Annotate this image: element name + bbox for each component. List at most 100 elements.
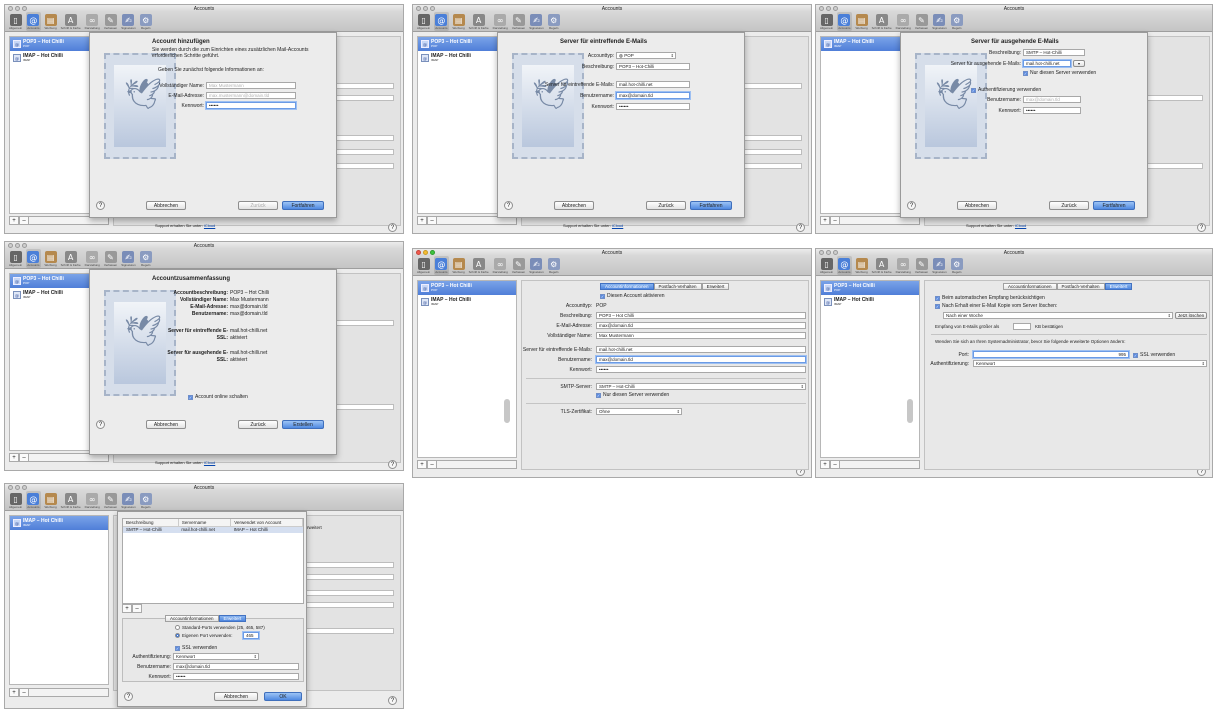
description-field[interactable]: POP3 – Hot Chilli <box>596 312 806 319</box>
close-icon[interactable] <box>416 6 421 11</box>
tool-general[interactable]: ▯ Allgemein <box>9 12 22 31</box>
tool-junk[interactable]: ▤ Werbung <box>453 12 465 31</box>
incoming-server-field[interactable]: mail.hot-chilli.net <box>596 346 806 353</box>
cancel-button[interactable]: Abbrechen <box>146 201 186 210</box>
support-link[interactable]: iCloud <box>204 223 215 228</box>
remove-account-button[interactable]: – <box>19 453 29 462</box>
tool-viewing[interactable]: ∞ Darstellung <box>493 256 508 275</box>
full-name-field[interactable]: Max Mustermann <box>596 332 806 339</box>
email-field[interactable]: max@domain.tld <box>596 322 806 329</box>
zoom-icon[interactable] <box>430 6 435 11</box>
zoom-icon[interactable] <box>22 6 27 11</box>
username-field[interactable]: max@domain.tld <box>1023 96 1081 103</box>
tool-general[interactable]: ▯ Allgemein <box>417 256 430 275</box>
tool-general[interactable]: ▯ Allgemein <box>9 491 22 510</box>
tool-accounts[interactable]: @ Accounts <box>434 12 449 31</box>
incoming-server-field[interactable]: mail.hot-chilli.net <box>616 81 690 88</box>
account-type-select[interactable]: ◍ POP <box>616 52 676 59</box>
tool-signatures[interactable]: ✍ Signaturen <box>121 12 136 31</box>
tool-fonts[interactable]: A Schrift & Farbe <box>872 12 892 31</box>
table-row[interactable]: SMTP – Hot-Chilli mail.hot-chilli.net IMAP… <box>123 526 303 533</box>
tool-rules[interactable]: ⚙ Regeln <box>950 256 963 275</box>
tool-rules[interactable]: ⚙ Regeln <box>547 12 560 31</box>
tool-viewing[interactable]: ∞ Darstellung <box>85 249 100 268</box>
add-account-button[interactable]: + <box>9 688 19 697</box>
use-ssl-checkbox[interactable]: ✓ SSL verwenden <box>1133 352 1175 358</box>
delete-now-button[interactable]: Jetzt löschen <box>1175 312 1207 319</box>
tab-account-info[interactable]: Accountinformationen <box>1003 283 1057 290</box>
minimize-icon[interactable] <box>423 6 428 11</box>
tool-rules[interactable]: ⚙ Regeln <box>139 491 152 510</box>
remove-account-button[interactable]: – <box>19 688 29 697</box>
tool-rules[interactable]: ⚙ Regeln <box>139 249 152 268</box>
close-icon[interactable] <box>819 250 824 255</box>
use-ssl-checkbox[interactable]: ✓ SSL verwenden <box>175 645 217 651</box>
add-account-button[interactable]: + <box>820 216 830 225</box>
cancel-button[interactable]: Abbrechen <box>957 201 997 210</box>
server-dropdown-button[interactable]: ▾ <box>1073 60 1085 67</box>
back-button[interactable]: Zurück <box>238 201 278 210</box>
full-name-field[interactable]: Max Mustermann <box>206 82 296 89</box>
tool-general[interactable]: ▯ Allgemein <box>820 256 833 275</box>
sheet-help-button[interactable]: ? <box>96 201 105 210</box>
tool-junk[interactable]: ▤ Werbung <box>45 249 57 268</box>
tab-mailbox-behavior[interactable]: Postfach-Verhalten <box>653 283 702 290</box>
tool-accounts[interactable]: @ Accounts <box>26 249 41 268</box>
tool-composing[interactable]: ✎ Verfassen <box>104 249 117 268</box>
tool-fonts[interactable]: A Schrift & Farbe <box>469 256 489 275</box>
tool-fonts[interactable]: A Schrift & Farbe <box>61 491 81 510</box>
tool-rules[interactable]: ⚙ Regeln <box>950 12 963 31</box>
close-icon[interactable] <box>8 6 13 11</box>
title-bar[interactable]: Accounts <box>5 242 403 249</box>
tool-junk[interactable]: ▤ Werbung <box>856 12 868 31</box>
cancel-button[interactable]: Abbrechen <box>146 420 186 429</box>
password-field[interactable]: •••••• <box>206 102 296 109</box>
sheet-help-button[interactable]: ? <box>504 201 513 210</box>
tab-advanced[interactable]: Erweitert <box>218 615 247 622</box>
support-link[interactable]: iCloud <box>1015 223 1026 228</box>
title-bar[interactable]: Accounts <box>816 249 1212 256</box>
tls-certificate-select[interactable]: Ohne <box>596 408 682 415</box>
tool-accounts[interactable]: @ Accounts <box>837 256 852 275</box>
account-item-pop[interactable]: @ POP3 – Hot Chilli POP <box>821 281 919 295</box>
continue-button[interactable]: Fortfahren <box>1093 201 1135 210</box>
tool-fonts[interactable]: A Schrift & Farbe <box>61 249 81 268</box>
password-field[interactable]: •••••• <box>596 366 806 373</box>
zoom-icon[interactable] <box>22 243 27 248</box>
standard-ports-radio[interactable]: Standard-Ports verwenden (25, 465, 587) <box>175 625 265 630</box>
tool-signatures[interactable]: ✍ Signaturen <box>121 249 136 268</box>
cancel-button[interactable]: Abbrechen <box>214 692 258 701</box>
tool-junk[interactable]: ▤ Werbung <box>45 12 57 31</box>
tool-rules[interactable]: ⚙ Regeln <box>139 12 152 31</box>
port-field[interactable]: 465 <box>243 632 259 639</box>
add-account-button[interactable]: + <box>9 453 19 462</box>
zoom-icon[interactable] <box>833 250 838 255</box>
port-field[interactable]: 995 <box>973 351 1129 358</box>
tool-general[interactable]: ▯ Allgemein <box>9 249 22 268</box>
custom-port-radio[interactable]: Eigenen Port verwenden: <box>175 633 233 638</box>
tool-accounts[interactable]: @ Accounts <box>26 491 41 510</box>
create-button[interactable]: Erstellen <box>282 420 324 429</box>
tool-rules[interactable]: ⚙ Regeln <box>547 256 560 275</box>
delete-copy-checkbox[interactable]: ✓ Nach Erhalt einer E-Mail Kopie vom Serv… <box>935 303 1057 309</box>
back-button[interactable]: Zurück <box>238 420 278 429</box>
password-field[interactable]: •••••• <box>616 103 690 110</box>
tool-composing[interactable]: ✎ Verfassen <box>915 12 928 31</box>
back-button[interactable]: Zurück <box>646 201 686 210</box>
close-icon[interactable] <box>8 243 13 248</box>
title-bar[interactable]: Accounts <box>413 249 811 256</box>
description-field[interactable]: SMTP – Hot-Chilli <box>1023 49 1085 56</box>
tool-general[interactable]: ▯ Allgemein <box>820 12 833 31</box>
tool-signatures[interactable]: ✍ Signaturen <box>529 256 544 275</box>
tool-viewing[interactable]: ∞ Darstellung <box>896 256 911 275</box>
remove-account-button[interactable]: – <box>19 216 29 225</box>
account-item-pop[interactable]: @ POP3 – Hot Chilli POP <box>418 281 516 295</box>
add-server-button[interactable]: + <box>122 604 132 613</box>
back-button[interactable]: Zurück <box>1049 201 1089 210</box>
tool-signatures[interactable]: ✍ Signaturen <box>529 12 544 31</box>
enable-account-checkbox[interactable]: ✓ Diesen Account aktivieren <box>600 293 665 299</box>
add-account-button[interactable]: + <box>9 216 19 225</box>
username-field[interactable]: max@domain.tld <box>596 356 806 363</box>
tool-viewing[interactable]: ∞ Darstellung <box>493 12 508 31</box>
only-this-server-checkbox[interactable]: ✓ Nur diesen Server verwenden <box>596 392 669 398</box>
